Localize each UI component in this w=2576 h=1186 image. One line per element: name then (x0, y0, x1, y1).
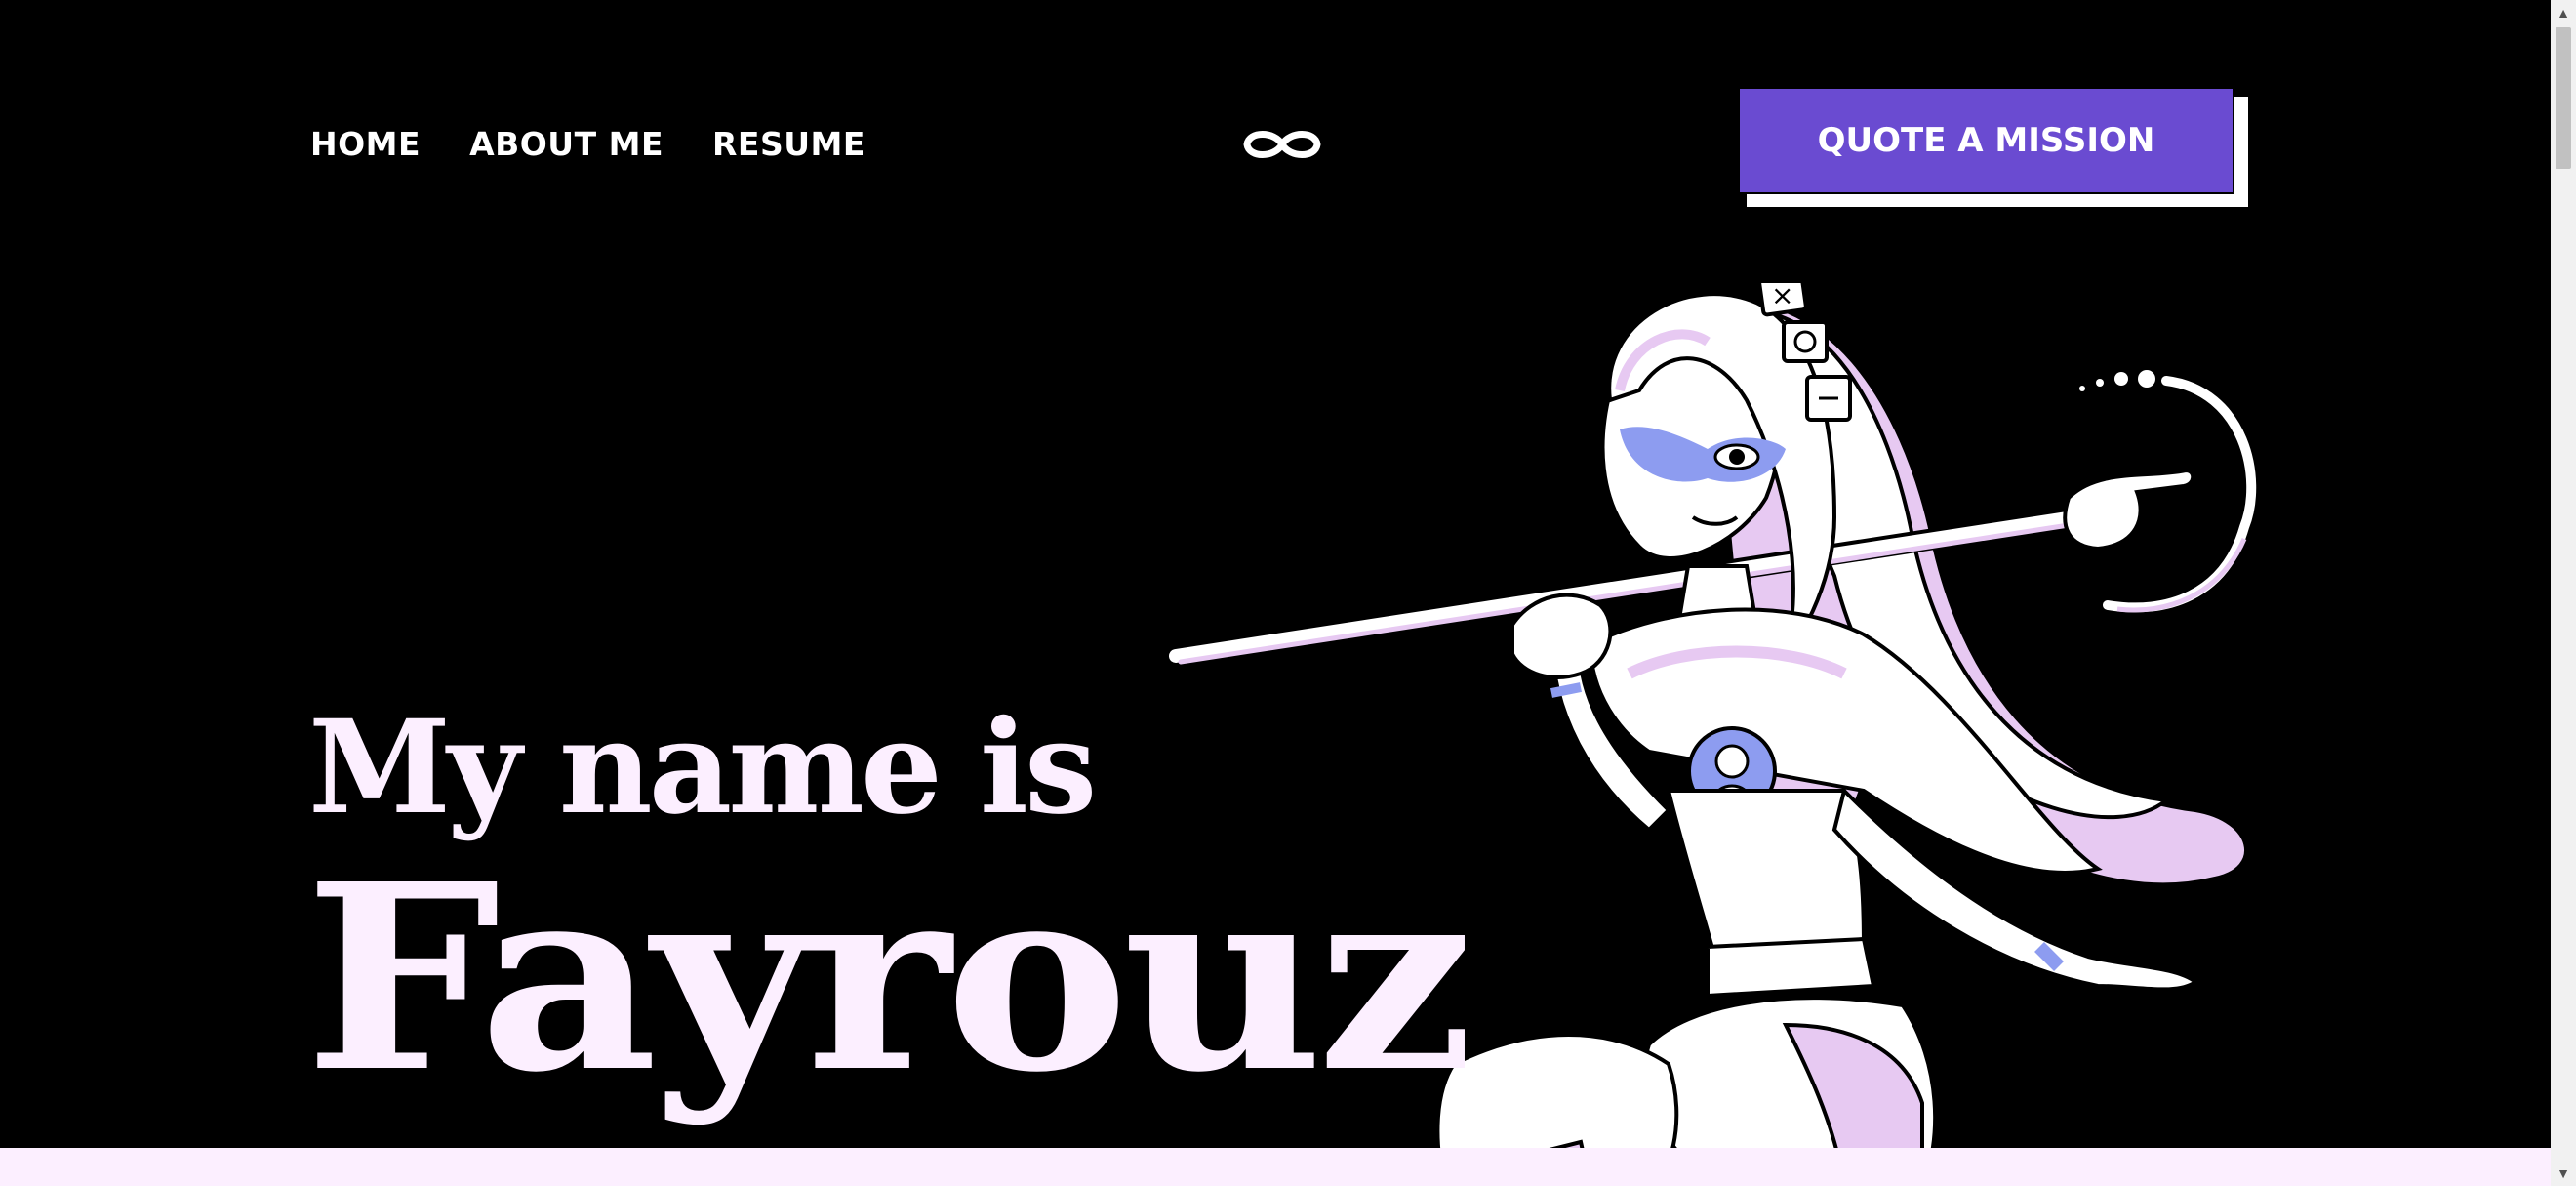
svg-text:×: × (1771, 283, 1793, 311)
scrollbar-thumb[interactable] (2556, 27, 2571, 169)
quote-a-mission-button[interactable]: QUOTE A MISSION (1738, 87, 2234, 194)
nav-about-link[interactable]: ABOUT ME (469, 119, 664, 170)
infinity-mask-icon[interactable] (1241, 125, 1323, 164)
page-viewport: HOME ABOUT ME RESUME QUOTE A MISSION × M… (0, 0, 2551, 1186)
hero-intro-text: My name is (308, 692, 1097, 843)
vertical-scrollbar[interactable]: ▲ ▼ (2551, 0, 2576, 1186)
nav-resume-link[interactable]: RESUME (712, 119, 865, 170)
main-nav: HOME ABOUT ME RESUME (310, 119, 865, 170)
triangle-down-icon[interactable]: ▼ (2551, 1161, 2576, 1186)
triangle-up-icon[interactable]: ▲ (2551, 0, 2576, 25)
next-section-band (0, 1148, 2551, 1186)
nav-home-link[interactable]: HOME (310, 119, 421, 170)
hero-name-text: Fayrouz (304, 828, 1474, 1128)
